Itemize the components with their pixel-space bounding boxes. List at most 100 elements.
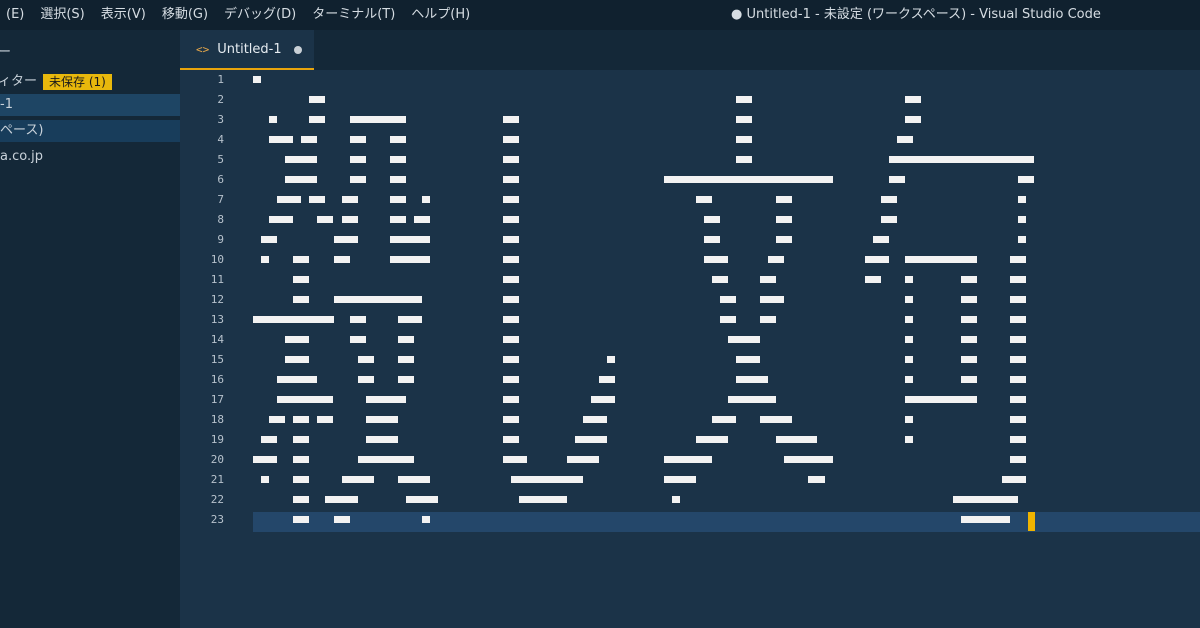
art-block bbox=[1009, 316, 1026, 323]
workspace-section[interactable]: ペース) bbox=[0, 120, 180, 142]
art-block bbox=[261, 256, 270, 263]
line-number: 2 bbox=[217, 93, 224, 106]
art-block bbox=[808, 476, 825, 483]
art-block bbox=[607, 356, 616, 363]
art-block bbox=[961, 376, 978, 383]
tab-untitled-1[interactable]: <> Untitled-1 bbox=[180, 30, 314, 70]
art-block bbox=[309, 196, 326, 203]
menu-item-5[interactable]: ターミナル(T) bbox=[304, 0, 403, 30]
art-block bbox=[880, 196, 897, 203]
art-block bbox=[1009, 256, 1026, 263]
menu-item-1[interactable]: 選択(S) bbox=[32, 0, 92, 30]
line-number: 15 bbox=[210, 353, 224, 366]
line-number-gutter: 1 2 3 4 5 6 7 8 9 10 11 12 13 14 15 16 17 18 19 20 21 22 23 bbox=[180, 70, 232, 628]
art-block bbox=[905, 336, 914, 343]
art-block bbox=[575, 436, 608, 443]
art-block bbox=[1009, 376, 1026, 383]
art-block bbox=[285, 176, 318, 183]
code-editor[interactable]: 1 2 3 4 5 6 7 8 9 10 11 12 13 14 15 16 17 18 19 20 21 22 23 bbox=[180, 70, 1200, 628]
vscode-window: (E) 選択(S) 表示(V) 移動(G) デバッグ(D) ターミナル(T) ヘルプ(H) … bbox=[0, 0, 1200, 628]
text-cursor bbox=[1028, 512, 1035, 531]
art-block bbox=[317, 416, 334, 423]
art-block bbox=[663, 176, 833, 183]
art-block bbox=[357, 356, 374, 363]
art-block bbox=[671, 496, 680, 503]
art-block bbox=[736, 356, 761, 363]
open-editors-section[interactable]: ィター 未保存 (1) bbox=[0, 71, 178, 93]
art-block bbox=[591, 396, 616, 403]
art-block bbox=[703, 256, 728, 263]
art-block bbox=[293, 256, 310, 263]
art-block bbox=[905, 436, 914, 443]
art-block bbox=[502, 376, 519, 383]
art-block bbox=[510, 476, 584, 483]
menu-item-3[interactable]: 移動(G) bbox=[154, 0, 216, 30]
art-block bbox=[1009, 396, 1026, 403]
menu-item-6[interactable]: ヘルプ(H) bbox=[403, 0, 478, 30]
art-block bbox=[905, 356, 914, 363]
art-block bbox=[261, 236, 278, 243]
art-block bbox=[1017, 216, 1026, 223]
art-block bbox=[269, 136, 294, 143]
art-block bbox=[285, 356, 310, 363]
art-block bbox=[953, 496, 1018, 503]
art-block bbox=[502, 176, 519, 183]
art-block bbox=[293, 496, 310, 503]
art-block bbox=[502, 456, 527, 463]
art-block bbox=[349, 136, 366, 143]
open-editor-item-untitled[interactable]: -1 bbox=[0, 94, 180, 116]
menu-item-0[interactable]: (E) bbox=[0, 0, 32, 30]
unsaved-dot-icon[interactable] bbox=[294, 46, 302, 54]
art-block bbox=[253, 456, 278, 463]
art-block bbox=[365, 416, 398, 423]
art-block bbox=[269, 116, 278, 123]
line-number: 19 bbox=[210, 433, 224, 446]
art-block bbox=[1017, 196, 1026, 203]
art-block bbox=[905, 316, 914, 323]
art-block bbox=[905, 256, 978, 263]
line-number: 9 bbox=[217, 233, 224, 246]
art-block bbox=[502, 256, 519, 263]
line-number: 16 bbox=[210, 373, 224, 386]
art-block bbox=[309, 96, 326, 103]
art-block bbox=[502, 296, 519, 303]
art-block bbox=[365, 436, 398, 443]
art-block bbox=[397, 476, 431, 483]
line-number: 7 bbox=[217, 193, 224, 206]
line-number: 23 bbox=[210, 513, 224, 526]
menu-item-4[interactable]: デバッグ(D) bbox=[216, 0, 304, 30]
art-block bbox=[285, 336, 310, 343]
art-block bbox=[502, 316, 519, 323]
art-block bbox=[719, 316, 736, 323]
art-block bbox=[1001, 476, 1026, 483]
line-number: 22 bbox=[210, 493, 224, 506]
art-block bbox=[905, 376, 914, 383]
art-block bbox=[864, 256, 889, 263]
art-block bbox=[397, 316, 423, 323]
art-block bbox=[253, 76, 262, 83]
art-block bbox=[293, 516, 310, 523]
current-line-highlight bbox=[253, 512, 1200, 532]
menu-item-2[interactable]: 表示(V) bbox=[93, 0, 154, 30]
art-block bbox=[414, 216, 431, 223]
art-block bbox=[663, 456, 712, 463]
art-block bbox=[269, 416, 286, 423]
art-block bbox=[261, 436, 278, 443]
art-block bbox=[727, 336, 761, 343]
art-block bbox=[285, 156, 318, 163]
art-block bbox=[502, 156, 519, 163]
art-block bbox=[905, 396, 978, 403]
art-block bbox=[1009, 356, 1026, 363]
window-title: ● Untitled-1 - 未設定 (ワークスペース) - Visual St… bbox=[731, 7, 1101, 22]
art-block bbox=[872, 236, 889, 243]
art-block bbox=[389, 136, 406, 143]
art-block bbox=[389, 156, 406, 163]
workspace-folder-item[interactable]: a.co.jp bbox=[0, 146, 180, 168]
art-block bbox=[502, 416, 519, 423]
line-number: 10 bbox=[210, 253, 224, 266]
art-block bbox=[736, 156, 753, 163]
art-block bbox=[502, 136, 519, 143]
art-block bbox=[695, 436, 728, 443]
art-block bbox=[389, 216, 406, 223]
art-block bbox=[599, 376, 616, 383]
